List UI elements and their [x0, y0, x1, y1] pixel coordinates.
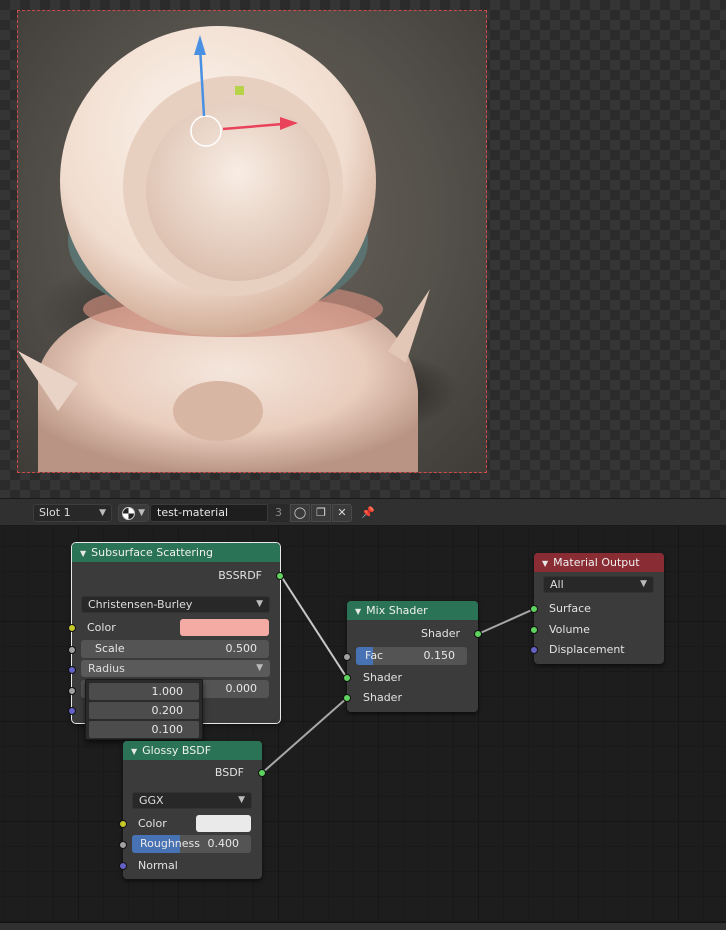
target-value: All [550, 578, 564, 591]
output-label: BSDF [214, 766, 244, 779]
node-title: Material Output [553, 556, 640, 569]
duplicate-icon: ❐ [316, 506, 326, 519]
chevron-down-icon: ▼ [99, 508, 106, 518]
output-label: Shader [421, 627, 460, 640]
collapse-triangle-icon[interactable]: ▼ [355, 607, 361, 616]
input-socket-shader-1[interactable] [343, 674, 351, 682]
color-label: Color [138, 817, 167, 830]
target-dropdown[interactable]: All ▼ [543, 576, 654, 593]
node-header[interactable]: ▼ Material Output [534, 553, 664, 572]
radius-popup[interactable]: 1.000 0.200 0.100 [85, 679, 203, 740]
sharpness-value: 0.000 [225, 682, 258, 695]
scale-value: 0.500 [225, 642, 258, 655]
node-material-output[interactable]: ▼ Material Output All ▼ Surface Volume Di… [530, 553, 664, 664]
volume-label: Volume [549, 623, 590, 636]
slot-select[interactable]: Slot 1 ▼ [33, 504, 112, 522]
input-socket-scale[interactable] [68, 646, 76, 654]
color-label: Color [87, 621, 116, 634]
browse-material-button[interactable]: ▼ [118, 504, 149, 522]
collapse-triangle-icon[interactable]: ▼ [542, 559, 548, 568]
radius-z-field[interactable]: 0.100 [89, 721, 199, 738]
input-socket-surface[interactable] [530, 605, 538, 613]
fac-label: Fac [365, 649, 384, 662]
radius-y-field[interactable]: 0.200 [89, 702, 199, 719]
node-title: Glossy BSDF [142, 744, 212, 757]
node-editor-header: Slot 1 ▼ ▼ test-material 3 ◯ ❐ ✕ 📌 [0, 498, 726, 526]
input-socket-displacement[interactable] [530, 646, 538, 654]
slot-label: Slot 1 [39, 506, 71, 519]
material-sphere-icon [122, 507, 135, 520]
output-socket-shader[interactable] [474, 630, 482, 638]
chevron-down-icon: ▼ [256, 599, 263, 609]
gizmo-y-handle-icon [235, 86, 244, 95]
falloff-value: Christensen-Burley [88, 598, 193, 611]
distribution-value: GGX [139, 794, 164, 807]
color-swatch[interactable] [180, 619, 269, 636]
unlink-material-button[interactable]: ✕ [332, 504, 352, 522]
link-shader-to-surface [477, 608, 535, 635]
roughness-field[interactable]: Roughness 0.400 [132, 835, 251, 853]
node-glossy-bsdf[interactable]: ▼ Glossy BSDF BSDF GGX ▼ Color Roughness … [119, 741, 266, 879]
fac-field[interactable]: Fac 0.150 [356, 647, 467, 665]
material-name-field[interactable]: test-material [150, 504, 268, 522]
node-header[interactable]: ▼ Glossy BSDF [123, 741, 262, 760]
pin-icon: 📌 [361, 506, 375, 519]
shader-input-label: Shader [363, 691, 402, 704]
input-socket-normal[interactable] [119, 862, 127, 870]
node-header[interactable]: ▼ Mix Shader [347, 601, 478, 620]
link-bssrdf-to-shader1 [280, 575, 348, 679]
input-socket-shader-2[interactable] [343, 694, 351, 702]
radius-x-field[interactable]: 1.000 [89, 683, 199, 700]
input-socket-volume[interactable] [530, 626, 538, 634]
normal-label: Normal [138, 859, 178, 872]
shader-input-label: Shader [363, 671, 402, 684]
scale-label: Scale [95, 642, 125, 655]
rendered-object [18, 26, 458, 472]
scale-field[interactable]: Scale 0.500 [81, 640, 269, 658]
radius-dropdown[interactable]: Radius ▼ [81, 660, 270, 677]
roughness-value: 0.400 [207, 837, 240, 850]
input-socket-roughness[interactable] [119, 841, 127, 849]
displacement-label: Displacement [549, 643, 625, 656]
color-swatch[interactable] [196, 815, 251, 832]
shield-icon: ◯ [293, 506, 307, 519]
close-icon: ✕ [337, 506, 347, 519]
pin-button[interactable]: 📌 [358, 504, 378, 522]
duplicate-material-button[interactable]: ❐ [311, 504, 331, 522]
collapse-triangle-icon[interactable]: ▼ [131, 747, 137, 756]
node-title: Subsurface Scattering [91, 546, 213, 559]
surface-label: Surface [549, 602, 591, 615]
node-editor-canvas[interactable]: ▼ Subsurface Scattering BSSRDF Christense… [0, 526, 726, 922]
collapse-triangle-icon[interactable]: ▼ [80, 549, 86, 558]
input-socket-fac[interactable] [343, 653, 351, 661]
input-socket-color[interactable] [68, 624, 76, 632]
output-socket-bsdf[interactable] [258, 769, 266, 777]
radius-label: Radius [88, 662, 125, 675]
chevron-down-icon: ▼ [138, 508, 145, 518]
input-socket-normal[interactable] [68, 707, 76, 715]
input-socket-color[interactable] [119, 820, 127, 828]
fake-user-button[interactable]: ◯ [290, 504, 310, 522]
render-region [17, 10, 487, 473]
distribution-dropdown[interactable]: GGX ▼ [132, 792, 252, 809]
viewport[interactable] [0, 0, 726, 498]
material-user-count[interactable]: 3 [268, 504, 289, 522]
node-title: Mix Shader [366, 604, 428, 617]
node-mix-shader[interactable]: ▼ Mix Shader Shader Fac 0.150 Shader Shad… [343, 601, 482, 712]
output-socket-bssrdf[interactable] [276, 572, 284, 580]
chevron-down-icon: ▼ [640, 579, 647, 589]
input-socket-sharpness[interactable] [68, 687, 76, 695]
roughness-label: Roughness [140, 837, 201, 850]
chevron-down-icon: ▼ [238, 795, 245, 805]
fac-value: 0.150 [423, 649, 456, 662]
falloff-dropdown[interactable]: Christensen-Burley ▼ [81, 596, 270, 613]
chevron-down-icon: ▼ [256, 663, 263, 673]
output-label: BSSRDF [218, 569, 262, 582]
status-bar [0, 922, 726, 930]
input-socket-radius[interactable] [68, 666, 76, 674]
node-header[interactable]: ▼ Subsurface Scattering [72, 543, 280, 562]
